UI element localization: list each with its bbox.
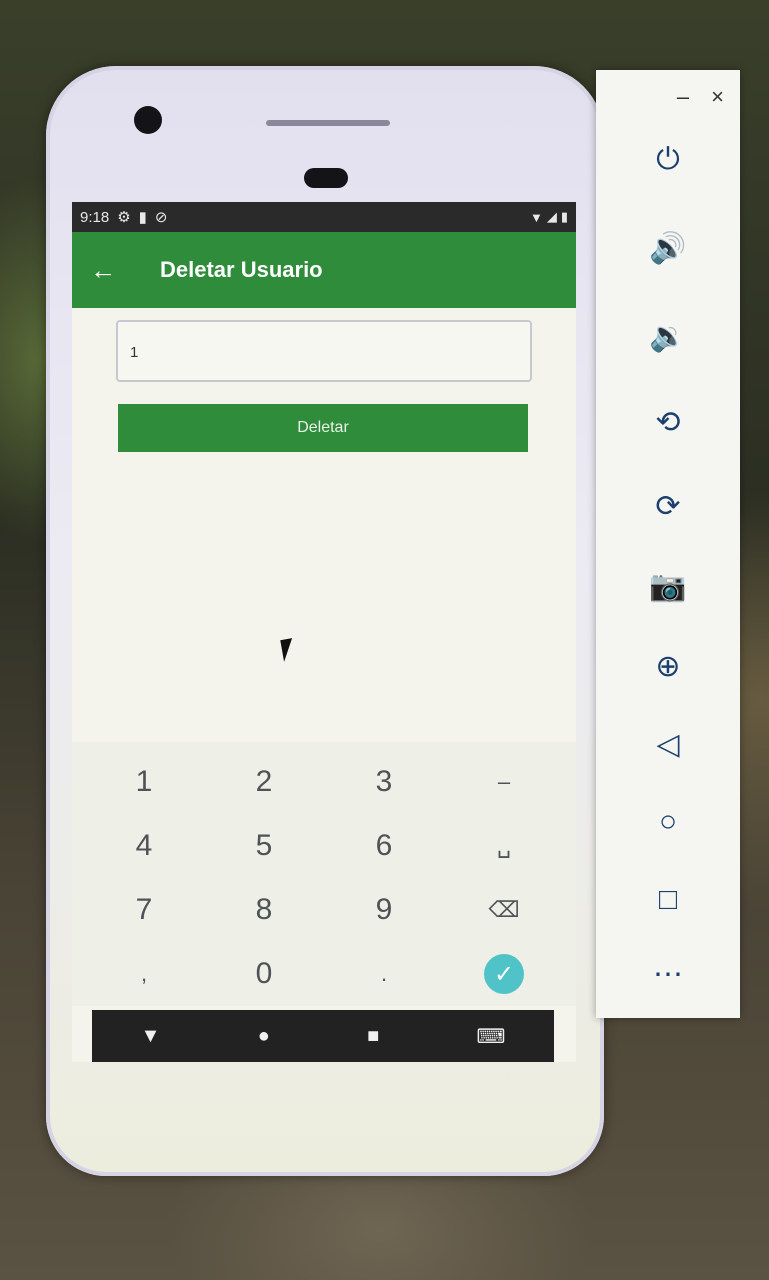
keyboard-icon[interactable]: ⌨ — [476, 1024, 505, 1049]
rotate-left-icon: ⟲ — [655, 405, 681, 439]
close-icon[interactable]: × — [711, 84, 724, 110]
battery-icon: ▮ — [560, 209, 568, 224]
volume-up-button[interactable]: 🔊 — [596, 218, 740, 278]
key-8[interactable]: 8 — [204, 878, 324, 942]
key-9[interactable]: 9 — [324, 878, 444, 942]
more-icon: ⋯ — [653, 957, 683, 991]
status-time: 9:18 — [80, 208, 110, 226]
proximity-sensor — [304, 168, 348, 188]
key-5[interactable]: 5 — [204, 814, 324, 878]
status-bar: 9:18 ⚙ ▮ ⊘ ▼ ◢ ▮ — [72, 202, 576, 232]
key-minus[interactable]: – — [444, 750, 564, 814]
back-arrow-icon[interactable]: ← — [90, 255, 140, 286]
wifi-icon: ▼ — [529, 209, 543, 225]
overview-icon: □ — [658, 883, 678, 916]
volume-up-icon: 🔊 — [649, 231, 687, 265]
app-bar: ← Deletar Usuario — [72, 232, 576, 308]
volume-down-button[interactable]: 🔉 — [596, 306, 740, 366]
camera-icon: 📷 — [649, 569, 687, 603]
user-id-input[interactable]: 1 — [116, 320, 532, 382]
form-area: 1 Deletar — [72, 308, 576, 758]
volume-down-icon: 🔉 — [649, 319, 687, 353]
more-button[interactable]: ⋯ — [596, 944, 740, 1004]
key-comma[interactable]: , — [84, 942, 204, 1006]
zoom-button[interactable]: ⊕ — [596, 636, 740, 696]
key-0[interactable]: 0 — [204, 942, 324, 1006]
key-4[interactable]: 4 — [84, 814, 204, 878]
mouse-cursor-icon — [280, 636, 308, 662]
done-key[interactable]: ✓ — [444, 942, 564, 1006]
rotate-right-button[interactable]: ⟳ — [596, 476, 740, 536]
device-screen: 9:18 ⚙ ▮ ⊘ ▼ ◢ ▮ ← Deletar Usuario 1 Del… — [72, 202, 576, 1062]
emulator-toolbar: – × ⏻ 🔊 🔉 ⟲ ⟳ 📷 ⊕ ◁ ○ □ ⋯ — [596, 70, 740, 1018]
nav-home-icon[interactable]: ● — [258, 1025, 270, 1048]
front-camera — [134, 106, 162, 134]
delete-button[interactable]: Deletar — [118, 404, 528, 452]
power-icon: ⏻ — [656, 143, 680, 176]
signal-icon: ◢ — [546, 209, 557, 224]
key-3[interactable]: 3 — [324, 750, 444, 814]
power-button[interactable]: ⏻ — [596, 130, 740, 190]
minimize-icon[interactable]: – — [677, 84, 689, 110]
phone-frame: 9:18 ⚙ ▮ ⊘ ▼ ◢ ▮ ← Deletar Usuario 1 Del… — [46, 66, 604, 1176]
overview-button[interactable]: □ — [596, 870, 740, 930]
backspace-key-icon[interactable]: ⌫ — [444, 878, 564, 942]
navigation-bar: ▼ ● ■ ⌨ — [92, 1010, 554, 1062]
key-7[interactable]: 7 — [84, 878, 204, 942]
numeric-keypad: 1 2 3 – 4 5 6 ␣ 7 8 9 ⌫ , 0 . ✓ — [72, 742, 576, 1006]
page-title: Deletar Usuario — [160, 257, 323, 282]
home-button[interactable]: ○ — [596, 792, 740, 852]
nav-recents-icon[interactable]: ■ — [367, 1025, 379, 1048]
key-1[interactable]: 1 — [84, 750, 204, 814]
nav-back-icon[interactable]: ▼ — [141, 1025, 161, 1048]
back-button[interactable]: ◁ — [596, 714, 740, 774]
screenshot-button[interactable]: 📷 — [596, 556, 740, 616]
back-icon: ◁ — [656, 727, 680, 761]
key-period[interactable]: . — [324, 942, 444, 1006]
sd-card-icon: ▮ — [138, 209, 147, 226]
settings-icon: ⚙ — [117, 209, 131, 226]
zoom-icon: ⊕ — [655, 649, 681, 683]
earpiece — [266, 120, 390, 126]
rotate-left-button[interactable]: ⟲ — [596, 392, 740, 452]
home-icon: ○ — [658, 805, 678, 838]
no-disturb-icon: ⊘ — [154, 209, 168, 226]
key-space[interactable]: ␣ — [444, 814, 564, 878]
rotate-right-icon: ⟳ — [655, 489, 681, 523]
key-6[interactable]: 6 — [324, 814, 444, 878]
check-icon: ✓ — [484, 954, 524, 994]
key-2[interactable]: 2 — [204, 750, 324, 814]
